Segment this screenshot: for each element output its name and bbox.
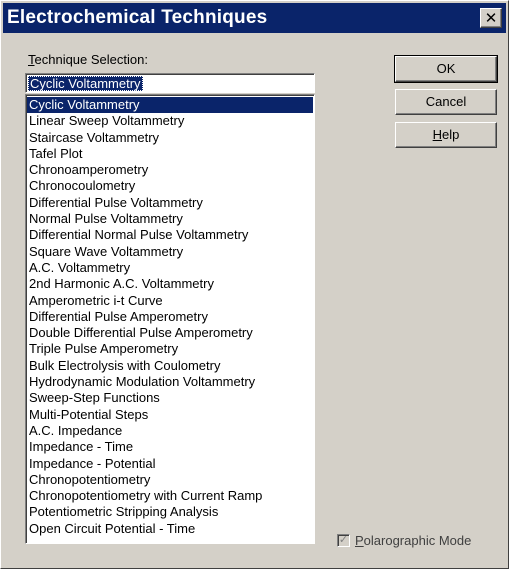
technique-input-value: Cyclic Voltammetry	[28, 76, 143, 91]
technique-listbox[interactable]: Cyclic Voltammetry Linear Sweep Voltammet…	[25, 94, 315, 544]
close-icon: ✕	[484, 9, 498, 27]
polarographic-mode-checkbox[interactable]: ✓	[337, 533, 350, 547]
technique-list-item[interactable]: Triple Pulse Amperometry	[27, 341, 313, 357]
electrochemical-techniques-dialog: Electrochemical Techniques ✕ Technique S…	[0, 0, 509, 569]
technique-list-item[interactable]: 2nd Harmonic A.C. Voltammetry	[27, 276, 313, 292]
ok-button[interactable]: OK	[394, 55, 498, 83]
technique-list-item[interactable]: Amperometric i-t Curve	[27, 293, 313, 309]
technique-list-item[interactable]: Linear Sweep Voltammetry	[27, 113, 313, 129]
technique-list-item[interactable]: A.C. Impedance	[27, 423, 313, 439]
technique-list-item[interactable]: Differential Pulse Amperometry	[27, 309, 313, 325]
technique-list-item[interactable]: Normal Pulse Voltammetry	[27, 211, 313, 227]
technique-list-item[interactable]: Differential Normal Pulse Voltammetry	[27, 227, 313, 243]
technique-selection-label: Technique Selection:	[28, 52, 148, 67]
technique-list-item[interactable]: Chronocoulometry	[27, 178, 313, 194]
technique-list-item[interactable]: Multi-Potential Steps	[27, 407, 313, 423]
technique-list-item[interactable]: Double Differential Pulse Amperometry	[27, 325, 313, 341]
title-bar[interactable]: Electrochemical Techniques ✕	[3, 3, 506, 33]
technique-list-item[interactable]: A.C. Voltammetry	[27, 260, 313, 276]
close-button[interactable]: ✕	[480, 8, 502, 28]
technique-list-item[interactable]: Sweep-Step Functions	[27, 390, 313, 406]
technique-list-item[interactable]: Differential Pulse Voltammetry	[27, 195, 313, 211]
technique-list-item[interactable]: Hydrodynamic Modulation Voltammetry	[27, 374, 313, 390]
technique-list-item[interactable]: Potentiometric Stripping Analysis	[27, 504, 313, 520]
technique-list-item[interactable]: Impedance - Time	[27, 439, 313, 455]
window-title: Electrochemical Techniques	[7, 7, 268, 28]
cancel-button[interactable]: Cancel	[395, 89, 497, 115]
technique-list-item[interactable]: Chronoamperometry	[27, 162, 313, 178]
technique-input[interactable]: Cyclic Voltammetry	[25, 73, 315, 93]
technique-list-item[interactable]: Cyclic Voltammetry	[27, 97, 313, 114]
polarographic-mode-label: Polarographic Mode	[355, 532, 472, 548]
technique-list-item[interactable]: Chronopotentiometry	[27, 472, 313, 488]
technique-list-item[interactable]: Bulk Electrolysis with Coulometry	[27, 358, 313, 374]
technique-list-item[interactable]: Square Wave Voltammetry	[27, 244, 313, 260]
technique-list-item[interactable]: Impedance - Potential	[27, 456, 313, 472]
polarographic-mode-checkbox-row[interactable]: ✓ Polarographic Mode	[337, 532, 471, 548]
technique-list-item[interactable]: Chronopotentiometry with Current Ramp	[27, 488, 313, 504]
technique-list-item[interactable]: Staircase Voltammetry	[27, 130, 313, 146]
help-button[interactable]: Help	[395, 122, 497, 148]
technique-list-item[interactable]: Open Circuit Potential - Time	[27, 521, 313, 537]
technique-list-item[interactable]: Tafel Plot	[27, 146, 313, 162]
